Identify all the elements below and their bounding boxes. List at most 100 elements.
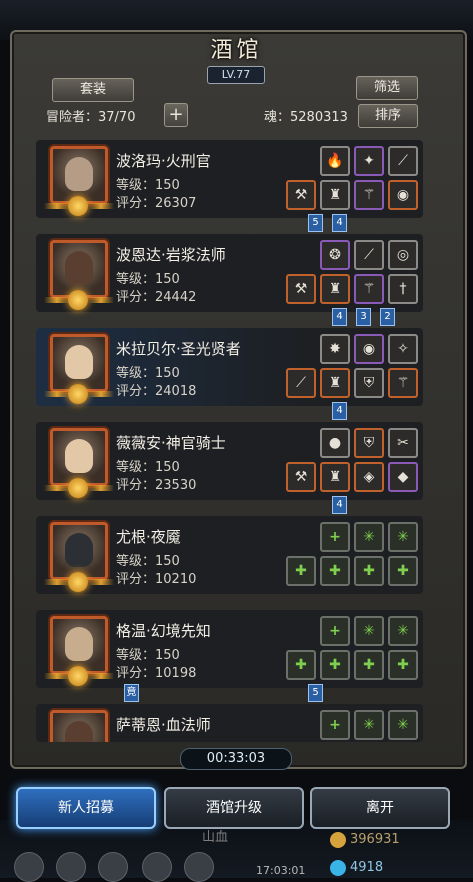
equip-wand-icon[interactable]: ⚚	[354, 274, 384, 304]
empty-skill-slot-icon[interactable]: +	[320, 616, 350, 646]
equip-staff-icon[interactable]: ⟋	[286, 368, 316, 398]
hero-score: 评分：10198	[116, 666, 197, 681]
add-slot-button[interactable]: +	[164, 103, 188, 127]
badge-wing-left	[44, 203, 70, 209]
skill-purple-flame-icon[interactable]: ✦	[354, 146, 384, 176]
empty-skill-slot-icon[interactable]: ✳	[354, 616, 384, 646]
partial-text: 山血	[202, 830, 229, 845]
hero-row[interactable]: 格温·幻境先知 等级：150 评分：10198 + ✳ ✳ ✚ ✚ ✚ ✚	[36, 610, 423, 688]
hero-rank-badge-icon	[68, 196, 88, 216]
equip-emblem-icon[interactable]: ◈	[354, 462, 384, 492]
badge-wing-right	[88, 297, 114, 303]
hero-score: 评分：26307	[116, 196, 197, 211]
badge-wing-left	[44, 391, 70, 397]
empty-equip-slot-icon[interactable]: ✚	[388, 650, 418, 680]
equip-shield-icon[interactable]: ⛨	[354, 368, 384, 398]
equip-sword-icon[interactable]: †	[388, 274, 418, 304]
refresh-timer: 00:33:03	[180, 748, 292, 770]
equip-axe-icon[interactable]: ⚒	[286, 180, 316, 210]
empty-equip-slot-icon[interactable]: ✚	[354, 556, 384, 586]
empty-equip-slot-icon[interactable]: ✚	[286, 556, 316, 586]
equip-scepter-icon[interactable]: ⚚	[388, 368, 418, 398]
empty-equip-slot-icon[interactable]: ✚	[388, 556, 418, 586]
gem-icon	[330, 860, 346, 876]
link-badge: 2	[380, 308, 395, 326]
gem-amount: 4918	[350, 860, 384, 875]
skill-holy-orb-icon[interactable]: ◉	[354, 334, 384, 364]
hero-row-selected[interactable]: 米拉贝尔·圣光贤者 等级：150 评分：24018 ✸ ◉ ✧ ⟋ ♜ ⛨ ⚚	[36, 328, 423, 406]
link-badge: 4	[332, 496, 347, 514]
hero-score: 评分：24442	[116, 290, 197, 305]
hero-row[interactable]: 波洛玛·火刑官 等级：150 评分：26307 🔥 ✦ ⟋ ⚒ ♜ ⚚ ◉	[36, 140, 423, 218]
hero-row[interactable]: 尤根·夜魇 等级：150 评分：10210 + ✳ ✳ ✚ ✚ ✚ ✚	[36, 516, 423, 594]
equip-staff-icon[interactable]: ⚚	[354, 180, 384, 210]
empty-skill-slot-icon[interactable]: +	[320, 710, 350, 740]
hero-rank-badge-icon	[68, 384, 88, 404]
soul-count: 魂：5280313	[264, 110, 348, 125]
tavern-level-badge: LV.77	[207, 66, 265, 84]
empty-skill-slot-icon[interactable]: ✳	[388, 522, 418, 552]
link-badge: 竟	[124, 684, 139, 702]
hero-rank-badge-icon	[68, 666, 88, 686]
skill-claw-icon[interactable]: ⟋	[354, 240, 384, 270]
badge-wing-right	[88, 203, 114, 209]
hero-level: 等级：150	[116, 178, 180, 193]
equip-plate-icon[interactable]: ♜	[320, 274, 350, 304]
page-title: 酒馆	[210, 38, 263, 63]
equip-mail-icon[interactable]: ♜	[320, 462, 350, 492]
upgrade-tavern-button[interactable]: 酒馆升级	[164, 787, 304, 829]
sort-button[interactable]: 排序	[358, 104, 418, 128]
hero-score: 评分：24018	[116, 384, 197, 399]
skill-golden-shield-icon[interactable]: ⛨	[354, 428, 384, 458]
hero-name: 薇薇安·神官骑士	[116, 434, 226, 452]
hero-row[interactable]: 波恩达·岩浆法师 等级：150 评分：24442 ❂ ⟋ ◎ ⚒ ♜ ⚚ †	[36, 234, 423, 312]
badge-wing-right	[88, 673, 114, 679]
skill-red-burst-icon[interactable]: ✸	[320, 334, 350, 364]
gold-amount: 396931	[350, 832, 400, 847]
skill-fire-icon[interactable]: 🔥	[320, 146, 350, 176]
empty-skill-slot-icon[interactable]: ✳	[388, 710, 418, 740]
skill-spark-icon[interactable]: ✧	[388, 334, 418, 364]
outfit-button[interactable]: 套装	[52, 78, 134, 102]
badge-wing-right	[88, 579, 114, 585]
empty-equip-slot-icon[interactable]: ✚	[286, 650, 316, 680]
skill-slash-icon[interactable]: ✂	[388, 428, 418, 458]
skill-dark-orb-icon[interactable]: ●	[320, 428, 350, 458]
hero-level: 等级：150	[116, 272, 180, 287]
equip-gem-icon[interactable]: ◆	[388, 462, 418, 492]
hero-level: 等级：150	[116, 366, 180, 381]
hero-name: 尤根·夜魇	[116, 528, 181, 546]
link-badge: 5	[308, 214, 323, 232]
badge-wing-right	[88, 391, 114, 397]
empty-skill-slot-icon[interactable]: +	[320, 522, 350, 552]
equip-spear-icon[interactable]: ⚒	[286, 462, 316, 492]
empty-equip-slot-icon[interactable]: ✚	[320, 556, 350, 586]
recruit-button[interactable]: 新人招募	[16, 787, 156, 829]
link-badge: 5	[308, 684, 323, 702]
badge-wing-left	[44, 673, 70, 679]
leave-button[interactable]: 离开	[310, 787, 450, 829]
skill-orb-icon[interactable]: ◎	[388, 240, 418, 270]
empty-skill-slot-icon[interactable]: ✳	[388, 616, 418, 646]
equip-robe-icon[interactable]: ♜	[320, 368, 350, 398]
equip-hammer-icon[interactable]: ⚒	[286, 274, 316, 304]
filter-button[interactable]: 筛选	[356, 76, 418, 100]
link-badge: 4	[332, 308, 347, 326]
hero-row[interactable]: 薇薇安·神官骑士 等级：150 评分：23530 ● ⛨ ✂ ⚒ ♜ ◈ ◆	[36, 422, 423, 500]
hero-name: 波洛玛·火刑官	[116, 152, 211, 170]
empty-equip-slot-icon[interactable]: ✚	[320, 650, 350, 680]
equip-armor-icon[interactable]: ♜	[320, 180, 350, 210]
empty-skill-slot-icon[interactable]: ✳	[354, 710, 384, 740]
adventurer-count: 冒险者：37/70	[46, 110, 136, 125]
empty-equip-slot-icon[interactable]: ✚	[354, 650, 384, 680]
hero-row[interactable]: 萨蒂恩·血法师 + ✳ ✳	[36, 704, 423, 742]
empty-skill-slot-icon[interactable]: ✳	[354, 522, 384, 552]
hero-name: 萨蒂恩·血法师	[116, 716, 211, 734]
skill-blade-icon[interactable]: ⟋	[388, 146, 418, 176]
hero-name: 格温·幻境先知	[116, 622, 211, 640]
badge-wing-left	[44, 297, 70, 303]
hero-score: 评分：23530	[116, 478, 197, 493]
equip-ring-icon[interactable]: ◉	[388, 180, 418, 210]
skill-vortex-icon[interactable]: ❂	[320, 240, 350, 270]
link-badge: 3	[356, 308, 371, 326]
